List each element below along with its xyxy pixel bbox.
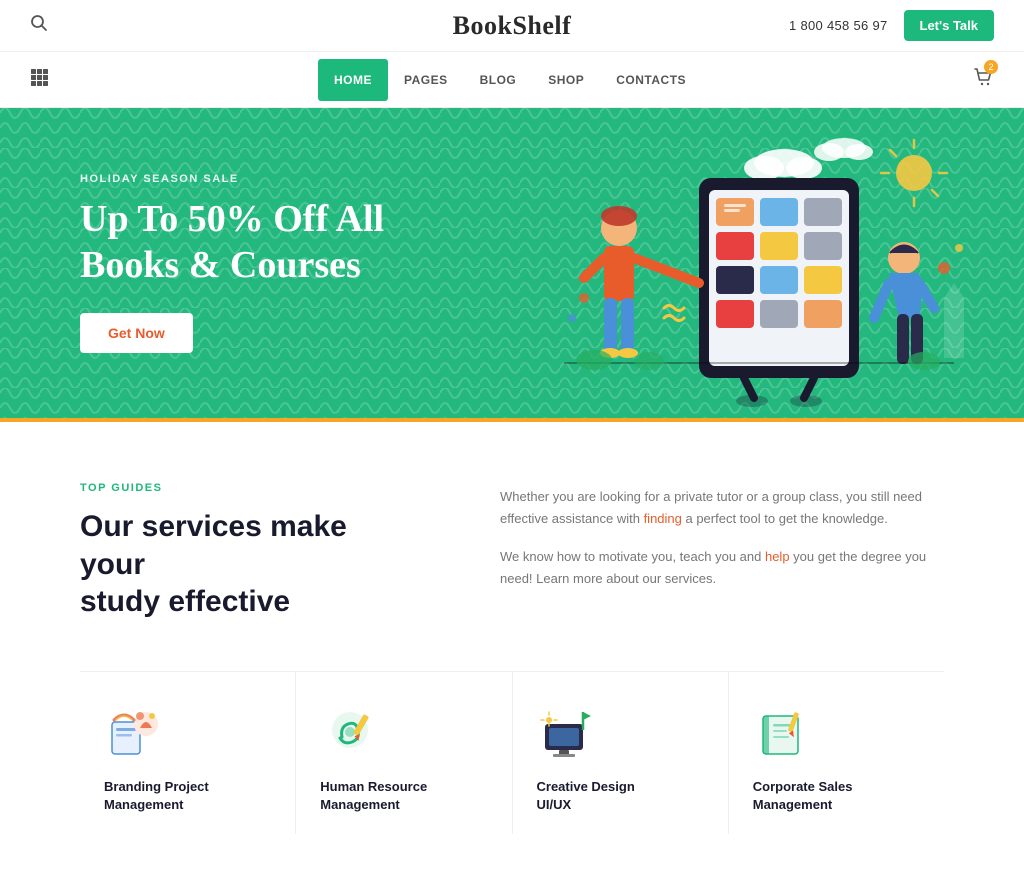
hr-icon	[320, 702, 380, 762]
search-button[interactable]	[30, 14, 48, 37]
nav-blog[interactable]: BLOG	[464, 59, 533, 101]
branding-icon-wrap	[104, 702, 164, 762]
services-top: TOP GUIDES Our services make yourstudy e…	[80, 482, 944, 621]
services-title: Our services make yourstudy effective	[80, 508, 420, 621]
creative-icon-wrap	[537, 702, 597, 762]
hero-title: Up To 50% Off AllBooks & Courses	[80, 197, 384, 288]
header-right: 1 800 458 56 97 Let's Talk	[789, 10, 994, 41]
branding-icon	[104, 702, 164, 762]
nav-shop[interactable]: SHOP	[532, 59, 600, 101]
nav-pages[interactable]: PAGES	[388, 59, 464, 101]
service-card-hr: Human ResourceManagement	[296, 672, 512, 834]
hero-cta-button[interactable]: Get Now	[80, 313, 193, 353]
service-name-hr: Human ResourceManagement	[320, 778, 487, 814]
hr-icon-wrap	[320, 702, 380, 762]
hero-content: HOLIDAY SEASON SALE Up To 50% Off AllBoo…	[80, 173, 384, 352]
grid-menu-button[interactable]	[30, 54, 48, 105]
navigation-bar: HOME PAGES BLOG SHOP CONTACTS 2	[0, 52, 1024, 108]
lets-talk-button[interactable]: Let's Talk	[904, 10, 994, 41]
service-card-branding: Branding ProjectManagement	[80, 672, 296, 834]
services-tag: TOP GUIDES	[80, 482, 420, 494]
hero-section: HOLIDAY SEASON SALE Up To 50% Off AllBoo…	[0, 108, 1024, 418]
service-card-corporate: Corporate SalesManagement	[729, 672, 944, 834]
service-name-corporate: Corporate SalesManagement	[753, 778, 920, 814]
corporate-icon-wrap	[753, 702, 813, 762]
search-icon	[30, 14, 48, 32]
services-left: TOP GUIDES Our services make yourstudy e…	[80, 482, 420, 621]
hero-svg-illustration	[504, 118, 964, 418]
corporate-icon	[753, 702, 813, 762]
nav-home[interactable]: HOME	[318, 59, 388, 101]
phone-number: 1 800 458 56 97	[789, 18, 887, 33]
nav-links: HOME PAGES BLOG SHOP CONTACTS	[318, 59, 702, 101]
cart-badge: 2	[984, 60, 998, 74]
grid-icon	[30, 68, 48, 86]
header-left	[30, 14, 48, 37]
services-desc-2: We know how to motivate you, teach you a…	[500, 546, 944, 590]
nav-contacts[interactable]: CONTACTS	[600, 59, 702, 101]
service-name-creative: Creative DesignUI/UX	[537, 778, 704, 814]
services-section: TOP GUIDES Our services make yourstudy e…	[0, 422, 1024, 874]
creative-icon	[537, 702, 597, 762]
hero-illustration	[504, 118, 964, 418]
hero-label: HOLIDAY SEASON SALE	[80, 173, 384, 185]
site-header: BookShelf 1 800 458 56 97 Let's Talk	[0, 0, 1024, 52]
site-logo[interactable]: BookShelf	[453, 11, 572, 41]
services-right: Whether you are looking for a private tu…	[500, 482, 944, 621]
service-card-creative: Creative DesignUI/UX	[513, 672, 729, 834]
cart-button[interactable]: 2	[972, 52, 994, 107]
service-name-branding: Branding ProjectManagement	[104, 778, 271, 814]
service-cards: Branding ProjectManagement Human Resourc…	[80, 671, 944, 834]
services-desc-1: Whether you are looking for a private tu…	[500, 486, 944, 530]
